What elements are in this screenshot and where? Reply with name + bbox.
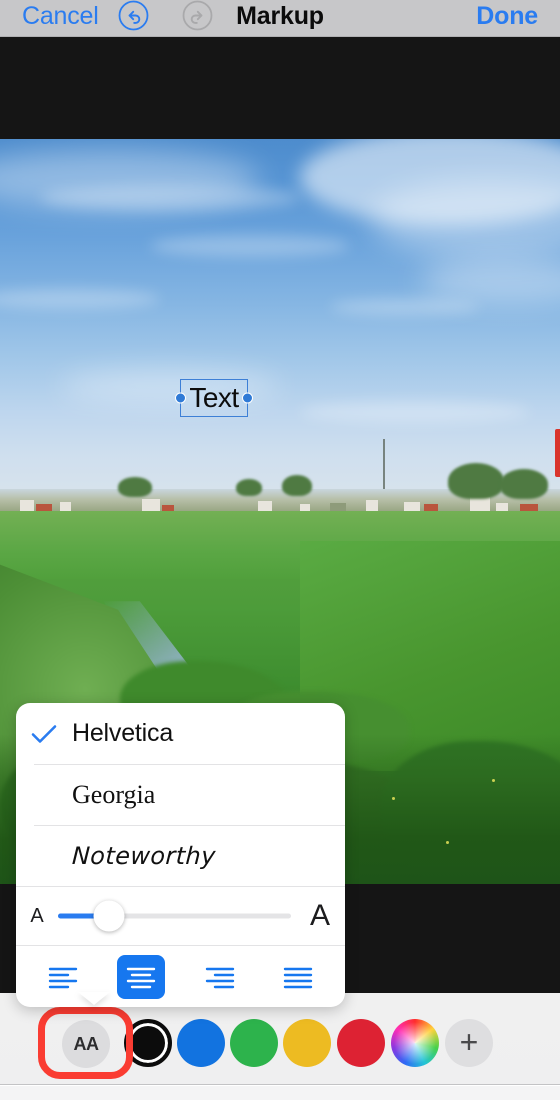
font-name-label: Georgia [72, 779, 156, 809]
align-center-button[interactable] [117, 954, 166, 999]
home-indicator-area [0, 1086, 560, 1100]
text-style-button[interactable]: AA [62, 1020, 110, 1068]
align-justify-button[interactable] [274, 955, 322, 999]
tree [236, 479, 262, 496]
color-black-swatch[interactable] [124, 1019, 172, 1067]
photo-edge-artifact [555, 429, 560, 477]
cloud [330, 299, 480, 315]
text-style-popover[interactable]: Helvetica Georgia Noteworthy A A [16, 703, 345, 1007]
font-option-noteworthy[interactable]: Noteworthy [16, 825, 345, 886]
plus-icon: + [459, 1023, 479, 1060]
popover-tail [78, 992, 110, 1005]
text-annotation-object[interactable]: Text [175, 379, 253, 417]
color-yellow-swatch[interactable] [283, 1019, 331, 1067]
color-blue-swatch[interactable] [177, 1019, 225, 1067]
font-size-slider[interactable] [58, 900, 291, 932]
font-option-georgia[interactable]: Georgia [16, 764, 345, 825]
font-size-slider-row[interactable]: A A [16, 886, 345, 945]
tree [118, 477, 152, 497]
cloud [300, 401, 530, 423]
font-name-label: Noteworthy [71, 841, 217, 870]
color-red-swatch[interactable] [337, 1019, 385, 1067]
color-green-swatch[interactable] [230, 1019, 278, 1067]
add-color-button[interactable]: + [445, 1019, 493, 1067]
align-right-button[interactable] [196, 955, 244, 999]
radio-tower [383, 439, 385, 495]
font-size-max-label: A [309, 899, 330, 932]
font-option-helvetica[interactable]: Helvetica [16, 703, 345, 764]
text-alignment-row[interactable] [16, 945, 345, 1007]
tree [448, 463, 504, 499]
done-button[interactable]: Done [476, 0, 538, 33]
slider-thumb[interactable] [93, 900, 125, 932]
markup-toolbar: Cancel Markup Done [0, 0, 560, 37]
cloud [40, 185, 300, 211]
cloud [150, 235, 350, 257]
tree [282, 475, 312, 496]
checkmark-icon [16, 722, 72, 746]
font-name-label: Helvetica [72, 719, 174, 747]
font-size-min-label: A [30, 904, 44, 927]
resize-handle-left[interactable] [175, 392, 186, 404]
resize-handle-right[interactable] [242, 392, 253, 404]
color-wheel-swatch[interactable] [391, 1019, 439, 1067]
text-annotation-value: Text [189, 382, 239, 413]
tree [500, 469, 548, 499]
